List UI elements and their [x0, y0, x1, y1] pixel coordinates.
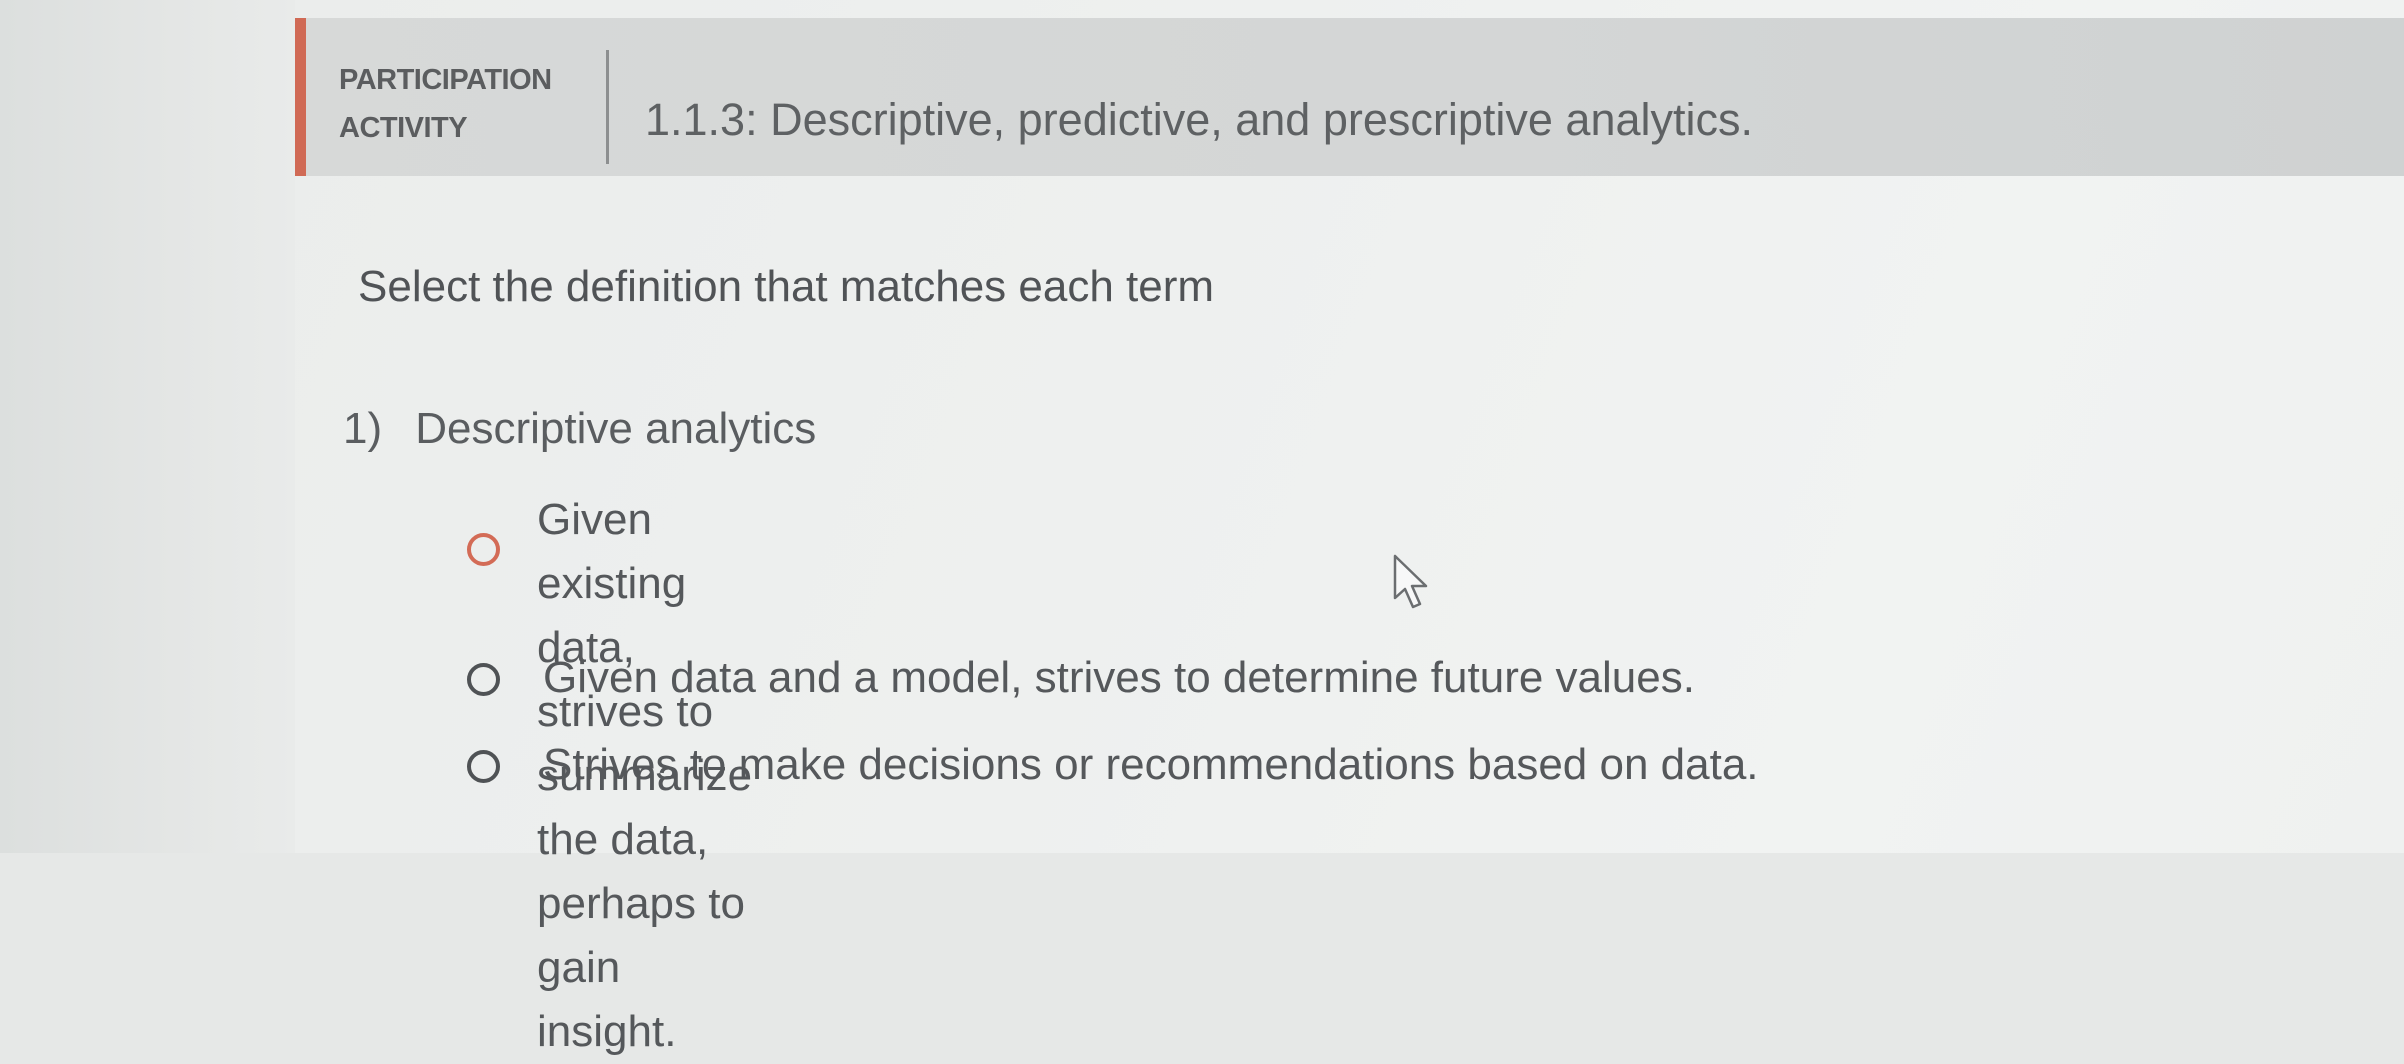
mouse-pointer-icon — [1393, 554, 1428, 609]
question-term: 1) Descriptive analytics — [343, 404, 816, 454]
question-number: 1) — [343, 404, 383, 453]
answer-option-1-line2: gain insight. — [537, 943, 677, 1056]
radio-button-icon[interactable] — [467, 663, 500, 696]
page-gutter — [0, 0, 295, 853]
header-divider — [606, 50, 609, 164]
activity-type-line1: PARTICIPATION — [339, 64, 552, 96]
radio-button-icon[interactable] — [467, 750, 500, 783]
activity-accent-bar — [295, 18, 306, 176]
activity-header: PARTICIPATION ACTIVITY 1.1.3: Descriptiv… — [295, 18, 2404, 176]
activity-title: 1.1.3: Descriptive, predictive, and pres… — [645, 94, 1753, 145]
instructions-text: Select the definition that matches each … — [358, 262, 1215, 311]
answer-option-3-text[interactable]: Strives to make decisions or recommendat… — [543, 733, 1759, 797]
activity-type-label: PARTICIPATION ACTIVITY — [339, 56, 579, 152]
activity-type-line2: ACTIVITY — [339, 112, 468, 144]
radio-button-icon[interactable] — [467, 533, 500, 566]
answer-option-2-text[interactable]: Given data and a model, strives to deter… — [543, 646, 1695, 710]
answer-option-1-line1: Given existing data, strives to summariz… — [537, 495, 753, 928]
question-term-label: Descriptive analytics — [415, 404, 817, 453]
